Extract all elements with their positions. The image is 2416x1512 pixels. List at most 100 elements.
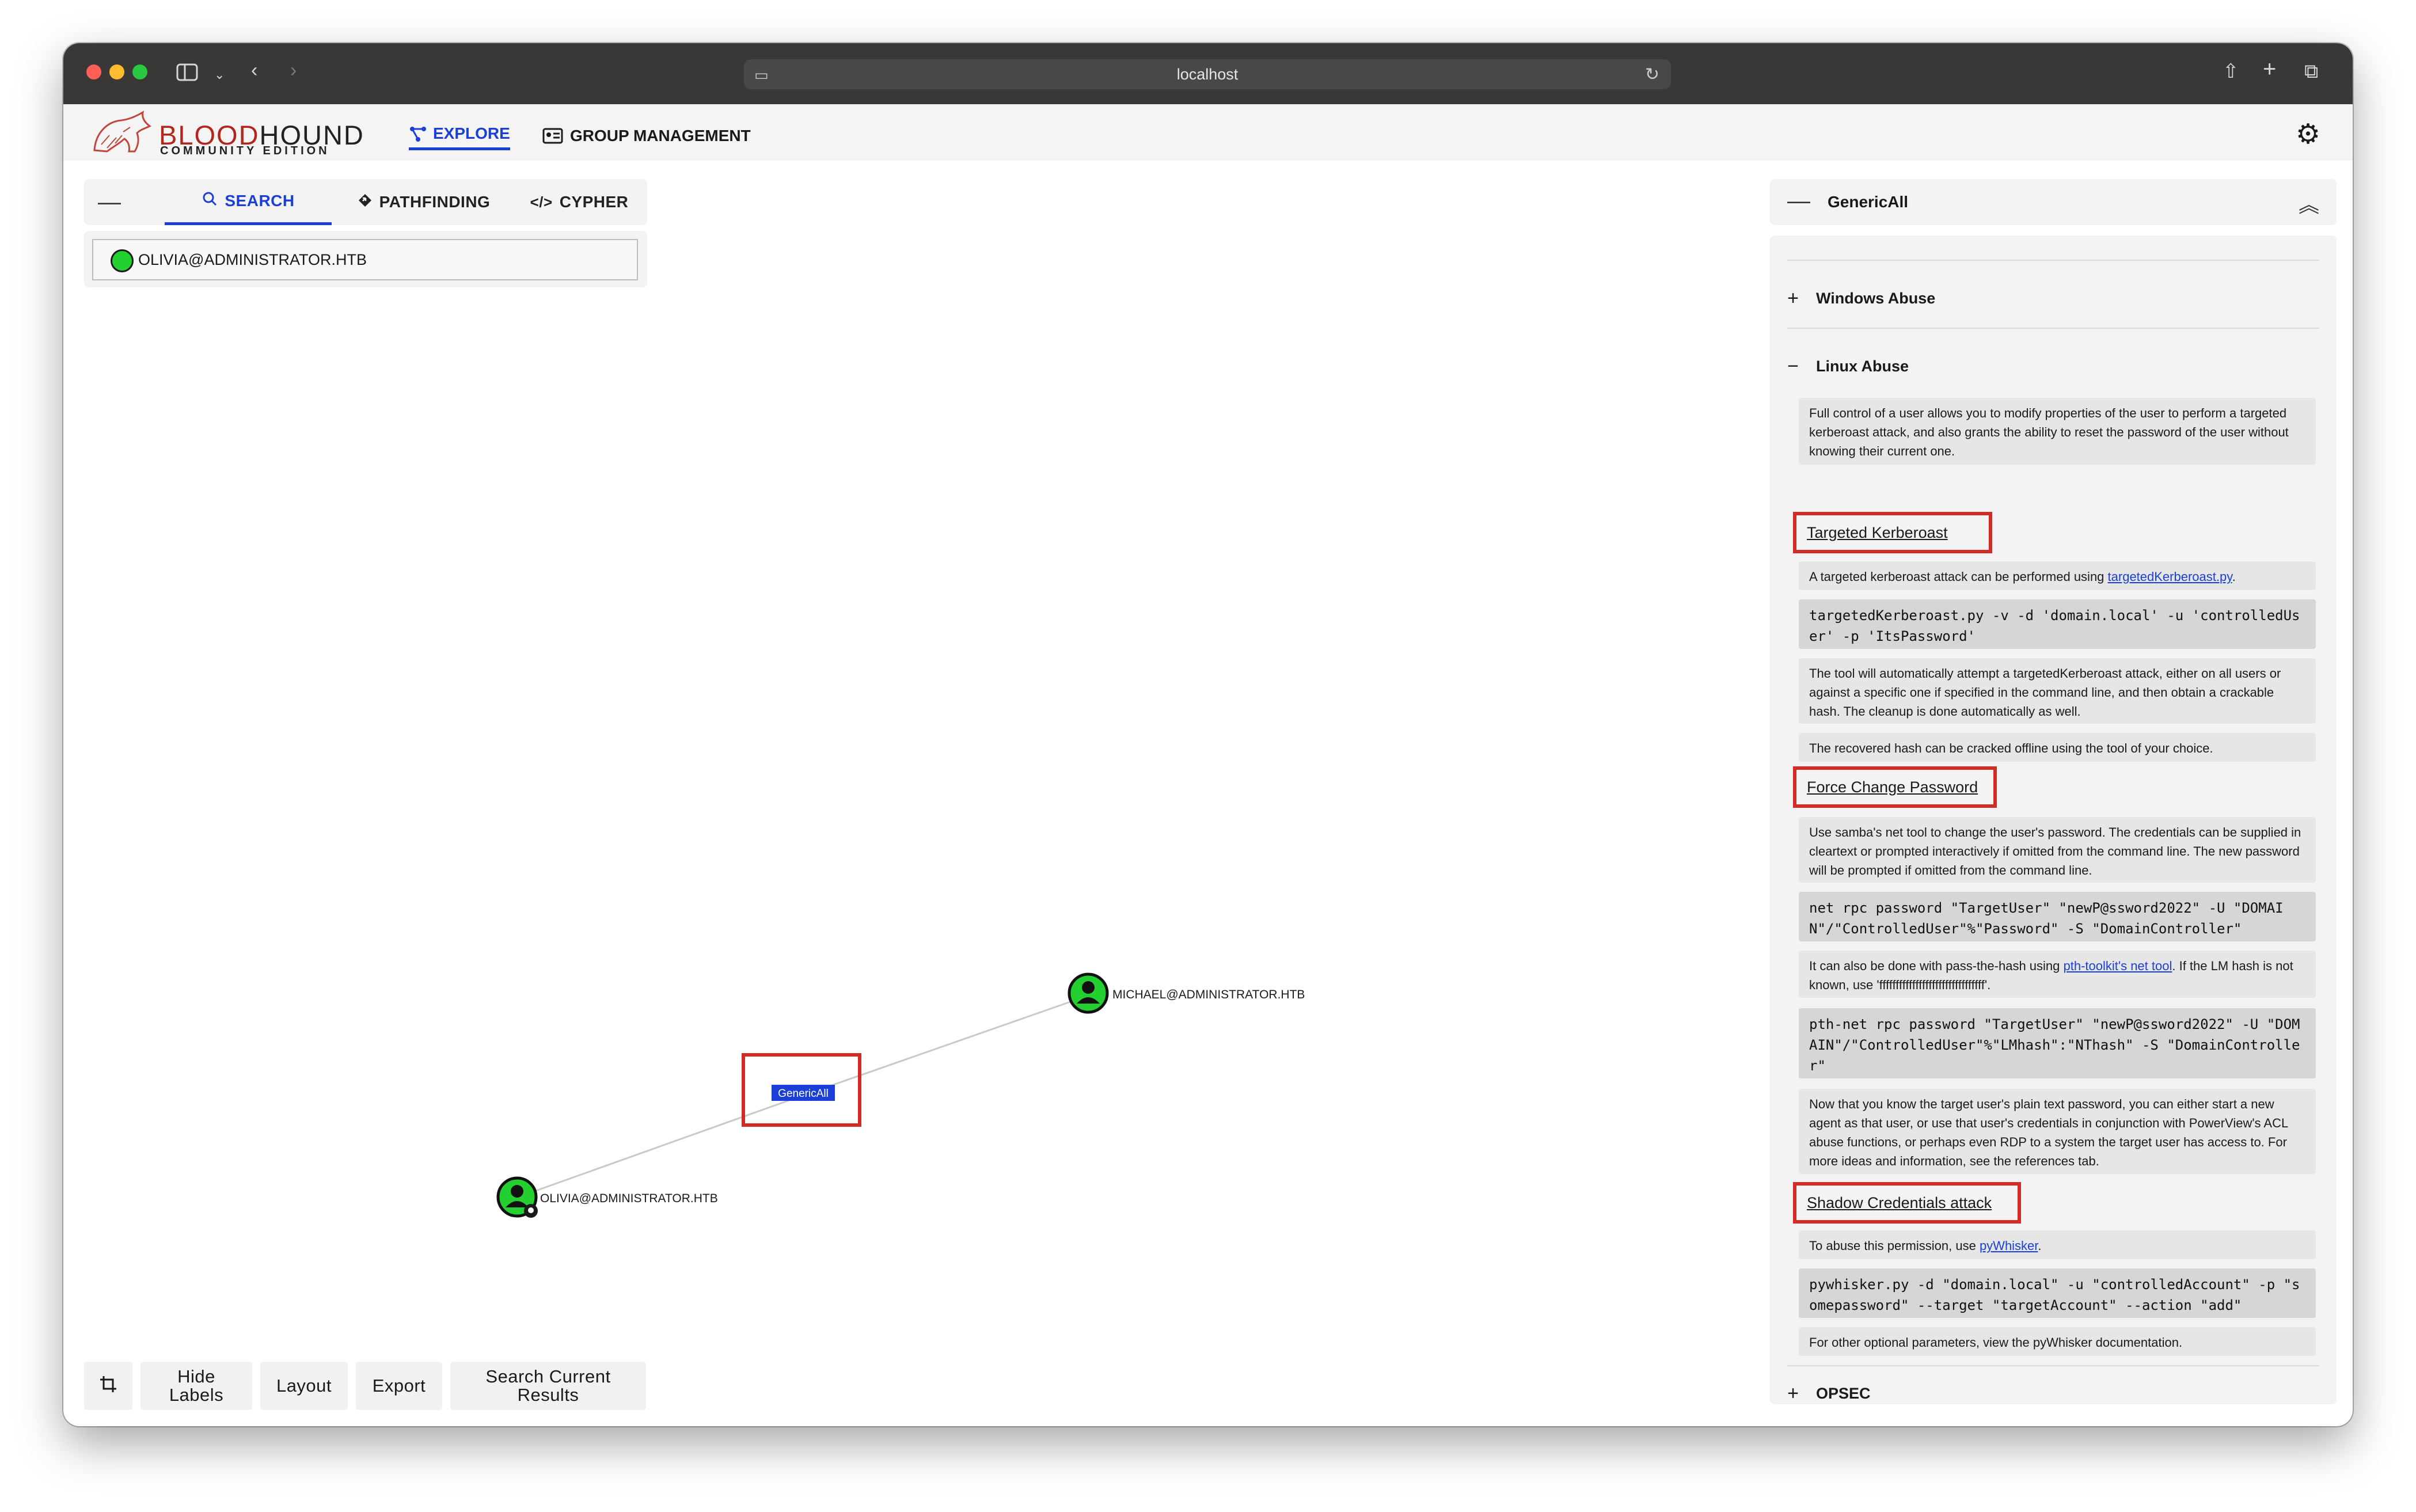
owned-badge-skull	[528, 1207, 534, 1213]
gear-icon[interactable]: ⚙	[2296, 118, 2320, 150]
pth-code[interactable]: pth-net rpc password "TargetUser" "newP@…	[1799, 1008, 2316, 1078]
reload-icon[interactable]: ↻	[1645, 64, 1659, 85]
shadow-note: For other optional parameters, view the …	[1799, 1327, 2316, 1356]
node-olivia[interactable]: OLIVIA@ADMINISTRATOR.HTB	[496, 1176, 718, 1218]
browser-titlebar: ⌄ ‹ › ▭ localhost ↻ ⇧ + ⧉	[63, 43, 2353, 104]
nav-group-label: GROUP MANAGEMENT	[570, 127, 751, 145]
close-window-button[interactable]	[86, 64, 101, 79]
force-change-followup: Now that you know the target user's plai…	[1799, 1089, 2316, 1174]
force-change-text: Use samba's net tool to change the user'…	[1799, 817, 2316, 883]
divider	[1787, 1365, 2319, 1366]
tab-cypher[interactable]: </> CYPHER	[522, 179, 637, 225]
layout-button[interactable]: Layout	[260, 1362, 348, 1410]
graph-canvas[interactable]: GenericAll MICHAEL@ADMINISTRATOR.HTB OLI…	[63, 161, 1750, 1426]
nav-explore-label: EXPLORE	[433, 124, 510, 142]
search-icon	[202, 191, 218, 211]
edge-label[interactable]: GenericAll	[778, 1088, 829, 1100]
search-input[interactable]: OLIVIA@ADMINISTRATOR.HTB	[92, 239, 638, 280]
collapse-icon[interactable]: —	[98, 189, 121, 215]
hound-logo-icon	[93, 110, 151, 153]
graph-edge[interactable]	[518, 1095, 801, 1198]
accordion-opsec[interactable]: + OPSEC	[1787, 1382, 1870, 1404]
new-tab-icon[interactable]: +	[2263, 58, 2276, 81]
search-input-value: OLIVIA@ADMINISTRATOR.HTB	[138, 250, 367, 268]
back-icon[interactable]: ‹	[251, 60, 257, 80]
pywhisker-link[interactable]: pyWhisker	[1980, 1239, 2038, 1253]
edge-details-panel[interactable]: + Windows Abuse − Linux Abuse Full contr…	[1770, 235, 2337, 1404]
divider	[1787, 328, 2319, 329]
node-michael[interactable]: MICHAEL@ADMINISTRATOR.HTB	[1068, 972, 1305, 1014]
shadow-credentials-heading[interactable]: Shadow Credentials attack	[1793, 1182, 2021, 1224]
site-info-icon[interactable]: ▭	[754, 66, 769, 84]
kerberoast-text: A targeted kerberoast attack can be perf…	[1799, 561, 2316, 590]
hide-labels-button[interactable]: Hide Labels	[140, 1362, 252, 1410]
tab-pathfinding[interactable]: PATHFINDING	[349, 179, 499, 225]
force-change-code[interactable]: net rpc password "TargetUser" "newP@sswo…	[1799, 892, 2316, 941]
nav-explore[interactable]: EXPLORE	[409, 121, 510, 150]
edge-details-title: GenericAll	[1828, 193, 1909, 211]
pth-text-a: It can also be done with pass-the-hash u…	[1809, 959, 2064, 973]
force-change-heading[interactable]: Force Change Password	[1793, 766, 1997, 808]
shadow-text: To abuse this permission, use pyWhisker.	[1799, 1230, 2316, 1259]
shadow-text-b: .	[2038, 1239, 2042, 1253]
user-icon	[511, 1185, 523, 1198]
browser-window: ⌄ ‹ › ▭ localhost ↻ ⇧ + ⧉ BLOODHOUND COM…	[63, 43, 2353, 1426]
nav-group-management[interactable]: GROUP MANAGEMENT	[542, 121, 751, 150]
search-current-results-button[interactable]: Search Current Results	[450, 1362, 646, 1410]
graph-icon	[410, 126, 426, 142]
collapse-icon[interactable]: —	[1787, 188, 1810, 214]
chevron-double-up-icon[interactable]: ︽	[2299, 188, 2319, 218]
hide-labels-line2: Labels	[169, 1385, 224, 1405]
tab-search[interactable]: SEARCH	[165, 179, 332, 225]
route-icon	[358, 193, 373, 212]
accordion-label: Windows Abuse	[1816, 290, 1936, 307]
share-icon[interactable]: ⇧	[2223, 62, 2239, 81]
tab-search-label: SEARCH	[225, 191, 295, 210]
accordion-windows-abuse[interactable]: + Windows Abuse	[1787, 287, 1935, 310]
accordion-linux-abuse[interactable]: − Linux Abuse	[1787, 355, 1909, 378]
search-tabs-bar: — SEARCH PATHFINDING </> CYPHER	[84, 179, 647, 225]
logo-subtitle: COMMUNITY EDITION	[160, 145, 330, 157]
hide-labels-line1: Hide	[177, 1366, 215, 1386]
kerberoast-note2: The recovered hash can be cracked offlin…	[1799, 733, 2316, 762]
forward-icon[interactable]: ›	[290, 60, 297, 80]
bloodhound-logo[interactable]: BLOODHOUND COMMUNITY EDITION	[90, 110, 363, 157]
minimize-window-button[interactable]	[109, 64, 124, 79]
kerberoast-code[interactable]: targetedKerberoast.py -v -d 'domain.loca…	[1799, 599, 2316, 649]
tab-pathfinding-label: PATHFINDING	[379, 193, 491, 211]
layout-label: Layout	[276, 1376, 332, 1396]
kerberoast-note: The tool will automatically attempt a ta…	[1799, 658, 2316, 724]
plus-icon: +	[1787, 287, 1799, 309]
code-icon: </>	[530, 193, 553, 211]
chevron-down-icon[interactable]: ⌄	[214, 65, 225, 85]
shadow-text-a: To abuse this permission, use	[1809, 1239, 1980, 1253]
search-results-line2: Results	[517, 1385, 579, 1405]
url-text: localhost	[1176, 65, 1239, 83]
window-controls	[86, 64, 147, 79]
pth-link[interactable]: pth-toolkit's net tool	[2064, 959, 2172, 973]
minus-icon: −	[1787, 355, 1799, 377]
accordion-label: Linux Abuse	[1816, 358, 1909, 375]
shadow-code[interactable]: pywhisker.py -d "domain.local" -u "contr…	[1799, 1268, 2316, 1318]
node-label: MICHAEL@ADMINISTRATOR.HTB	[1112, 988, 1305, 1001]
tab-overview-icon[interactable]: ⧉	[2304, 62, 2318, 81]
pth-text: It can also be done with pass-the-hash u…	[1799, 951, 2316, 998]
edge-details-header: — GenericAll ︽	[1770, 179, 2337, 225]
kerberoast-heading[interactable]: Targeted Kerberoast	[1793, 512, 1992, 553]
graph-edge[interactable]	[800, 994, 1089, 1097]
divider	[1787, 260, 2319, 261]
sidebar-toggle-icon[interactable]	[176, 63, 199, 86]
crop-button[interactable]	[84, 1362, 132, 1410]
search-results-line1: Search Current	[485, 1366, 611, 1386]
export-button[interactable]: Export	[356, 1362, 442, 1410]
plus-icon: +	[1787, 1382, 1799, 1404]
kerberoast-text-b: .	[2232, 569, 2236, 584]
address-bar[interactable]: ▭ localhost ↻	[744, 59, 1671, 89]
kerberoast-link[interactable]: targetedKerberoast.py	[2108, 569, 2232, 584]
maximize-window-button[interactable]	[132, 64, 147, 79]
user-icon	[1082, 981, 1095, 994]
kerberoast-text-a: A targeted kerberoast attack can be perf…	[1809, 569, 2108, 584]
crop-icon	[99, 1375, 117, 1397]
linux-abuse-intro: Full control of a user allows you to mod…	[1799, 398, 2316, 465]
export-label: Export	[372, 1376, 426, 1396]
